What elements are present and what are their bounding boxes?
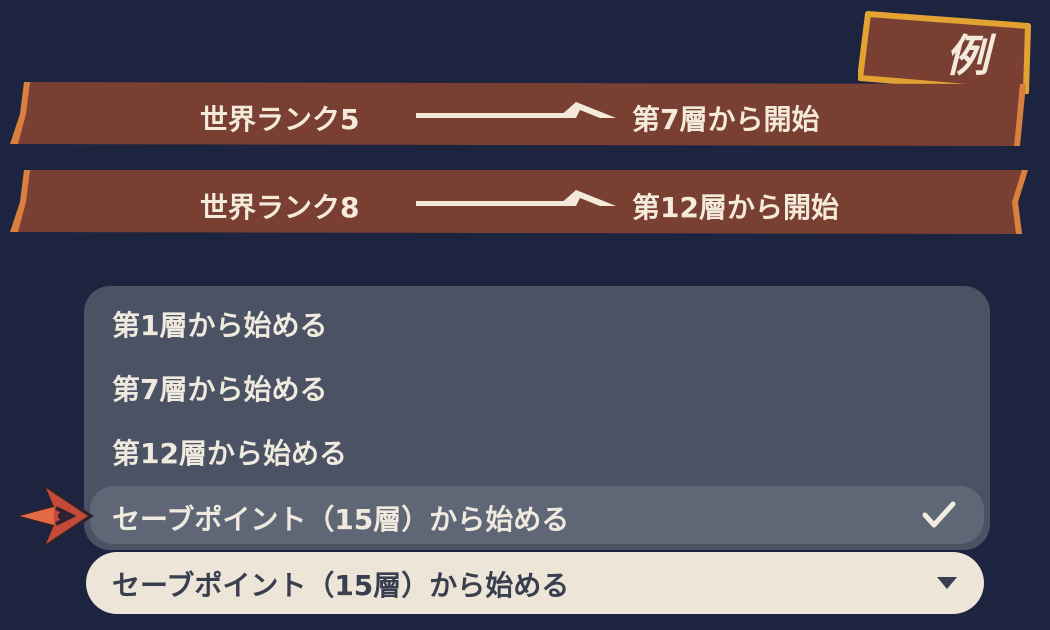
rank-banner: 世界ランク5 第7層から開始 bbox=[10, 82, 1028, 148]
arrow-right-icon bbox=[416, 102, 616, 118]
select-value: セーブポイント（15層）から始める bbox=[112, 569, 570, 602]
example-badge-label: 例 bbox=[945, 31, 991, 82]
option-label: 第7層から始める bbox=[112, 373, 328, 406]
arrow-right-icon bbox=[416, 190, 616, 206]
check-icon bbox=[922, 501, 956, 528]
dropdown-option[interactable]: 第12層から始める bbox=[84, 418, 990, 478]
option-label: 第1層から始める bbox=[112, 309, 328, 342]
start-floor-label: 第12層から開始 bbox=[632, 191, 839, 224]
option-label: セーブポイント（15層）から始める bbox=[112, 503, 570, 536]
dropdown-options-panel: 第1層から始める 第7層から始める 第12層から始める セーブポイント（15層）… bbox=[84, 286, 990, 550]
world-rank-label: 世界ランク8 bbox=[200, 191, 360, 224]
dropdown-option-selected[interactable]: セーブポイント（15層）から始める bbox=[90, 486, 984, 544]
dropdown-option[interactable]: 第1層から始める bbox=[84, 290, 990, 350]
chevron-down-icon[interactable] bbox=[936, 576, 958, 590]
start-floor-label: 第7層から開始 bbox=[632, 103, 820, 136]
option-label: 第12層から始める bbox=[112, 437, 347, 470]
dropdown-option[interactable]: 第7層から始める bbox=[84, 354, 990, 414]
start-floor-select[interactable]: セーブポイント（15層）から始める bbox=[86, 552, 984, 614]
rank-banner: 世界ランク8 第12層から開始 bbox=[10, 170, 1028, 236]
world-rank-label: 世界ランク5 bbox=[200, 103, 360, 136]
cursor-arrow-icon bbox=[14, 482, 94, 550]
